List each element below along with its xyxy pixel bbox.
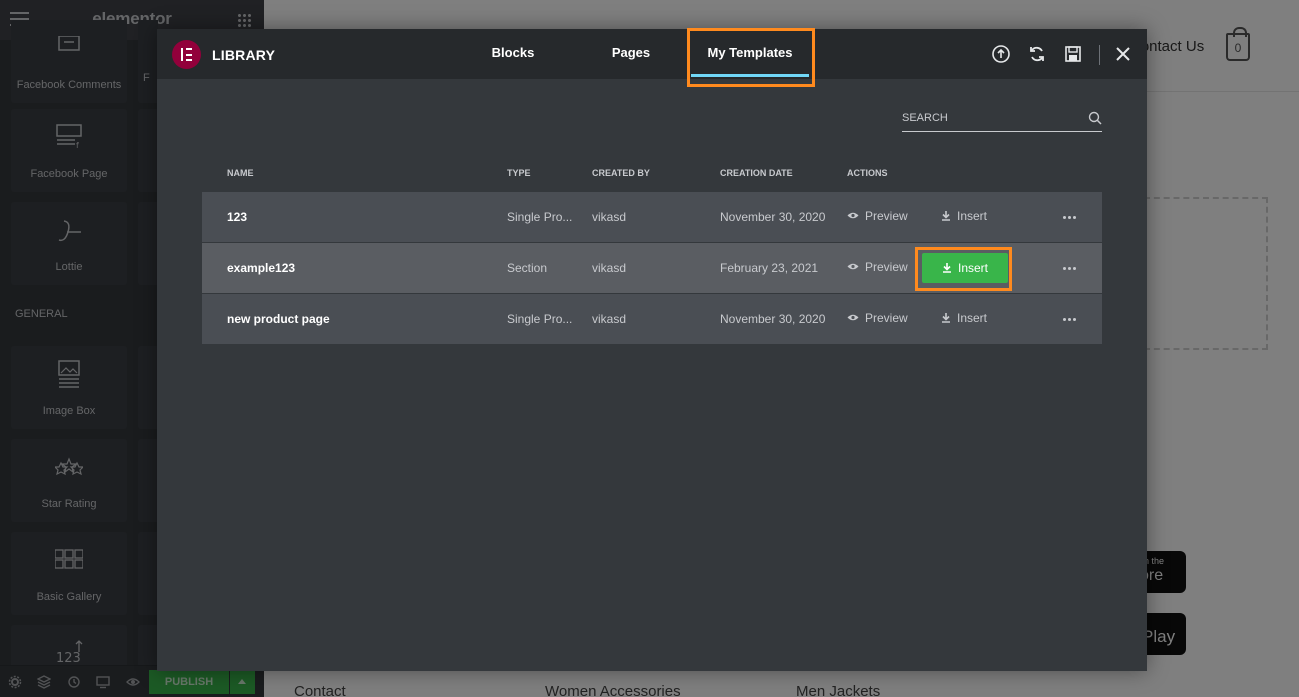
template-name: example123 [227, 261, 296, 275]
tab-blocks[interactable]: Blocks [473, 29, 553, 79]
tab-my-templates[interactable]: My Templates [691, 29, 809, 79]
column-header-name[interactable]: NAME [227, 168, 254, 178]
insert-button[interactable]: Insert [941, 311, 987, 325]
preview-label: Preview [865, 311, 908, 325]
column-header-created-by[interactable]: CREATED BY [592, 168, 650, 178]
preview-button[interactable]: Preview [847, 311, 908, 325]
tab-label: My Templates [707, 45, 793, 60]
download-icon [942, 313, 950, 324]
close-icon[interactable] [1113, 44, 1133, 64]
tab-pages[interactable]: Pages [591, 29, 671, 79]
preview-label: Preview [865, 209, 908, 223]
eye-icon [847, 213, 859, 219]
template-type: Single Pro... [507, 210, 573, 224]
insert-button[interactable]: Insert [941, 209, 987, 223]
template-type: Section [507, 261, 548, 275]
active-tab-indicator [691, 74, 809, 77]
elementor-e-logo-icon [172, 40, 201, 69]
upload-template-icon[interactable] [991, 44, 1011, 64]
template-date: November 30, 2020 [720, 210, 826, 224]
insert-label: Insert [957, 261, 988, 275]
search-icon[interactable] [1088, 111, 1102, 125]
search-field[interactable] [902, 108, 1102, 132]
insert-label: Insert [957, 209, 988, 223]
preview-button[interactable]: Preview [847, 260, 908, 274]
template-author: vikasd [592, 261, 627, 275]
template-name: 123 [227, 210, 248, 224]
preview-button[interactable]: Preview [847, 209, 908, 223]
table-row: example123 Section vikasd February 23, 2… [202, 243, 1102, 293]
download-icon [942, 211, 950, 222]
table-row: 123 Single Pro... vikasd November 30, 20… [202, 192, 1102, 242]
search-input[interactable] [902, 108, 1072, 128]
insert-button[interactable]: Insert [922, 253, 1008, 283]
download-icon [942, 263, 951, 274]
column-header-type[interactable]: TYPE [507, 168, 531, 178]
column-header-actions: ACTIONS [847, 168, 888, 178]
sync-refresh-icon[interactable] [1027, 44, 1047, 64]
more-options-ellipsis-icon[interactable] [1062, 209, 1078, 225]
more-options-ellipsis-icon[interactable] [1062, 260, 1078, 276]
template-author: vikasd [592, 210, 627, 224]
eye-icon [847, 315, 859, 321]
eye-icon [847, 264, 859, 270]
preview-label: Preview [865, 260, 908, 274]
template-date: February 23, 2021 [720, 261, 819, 275]
library-title: LIBRARY [212, 47, 276, 63]
template-library-modal: LIBRARY Blocks Pages My Templates NAME T… [157, 28, 1147, 671]
header-divider [1099, 45, 1100, 65]
table-row: new product page Single Pro... vikasd No… [202, 294, 1102, 344]
more-options-ellipsis-icon[interactable] [1062, 311, 1078, 327]
column-header-creation-date[interactable]: CREATION DATE [720, 168, 793, 178]
template-type: Single Pro... [507, 312, 573, 326]
template-date: November 30, 2020 [720, 312, 826, 326]
modal-header: LIBRARY Blocks Pages My Templates [157, 28, 1147, 87]
template-author: vikasd [592, 312, 627, 326]
save-template-icon[interactable] [1063, 44, 1083, 64]
insert-label: Insert [957, 311, 988, 325]
template-name: new product page [227, 312, 330, 326]
